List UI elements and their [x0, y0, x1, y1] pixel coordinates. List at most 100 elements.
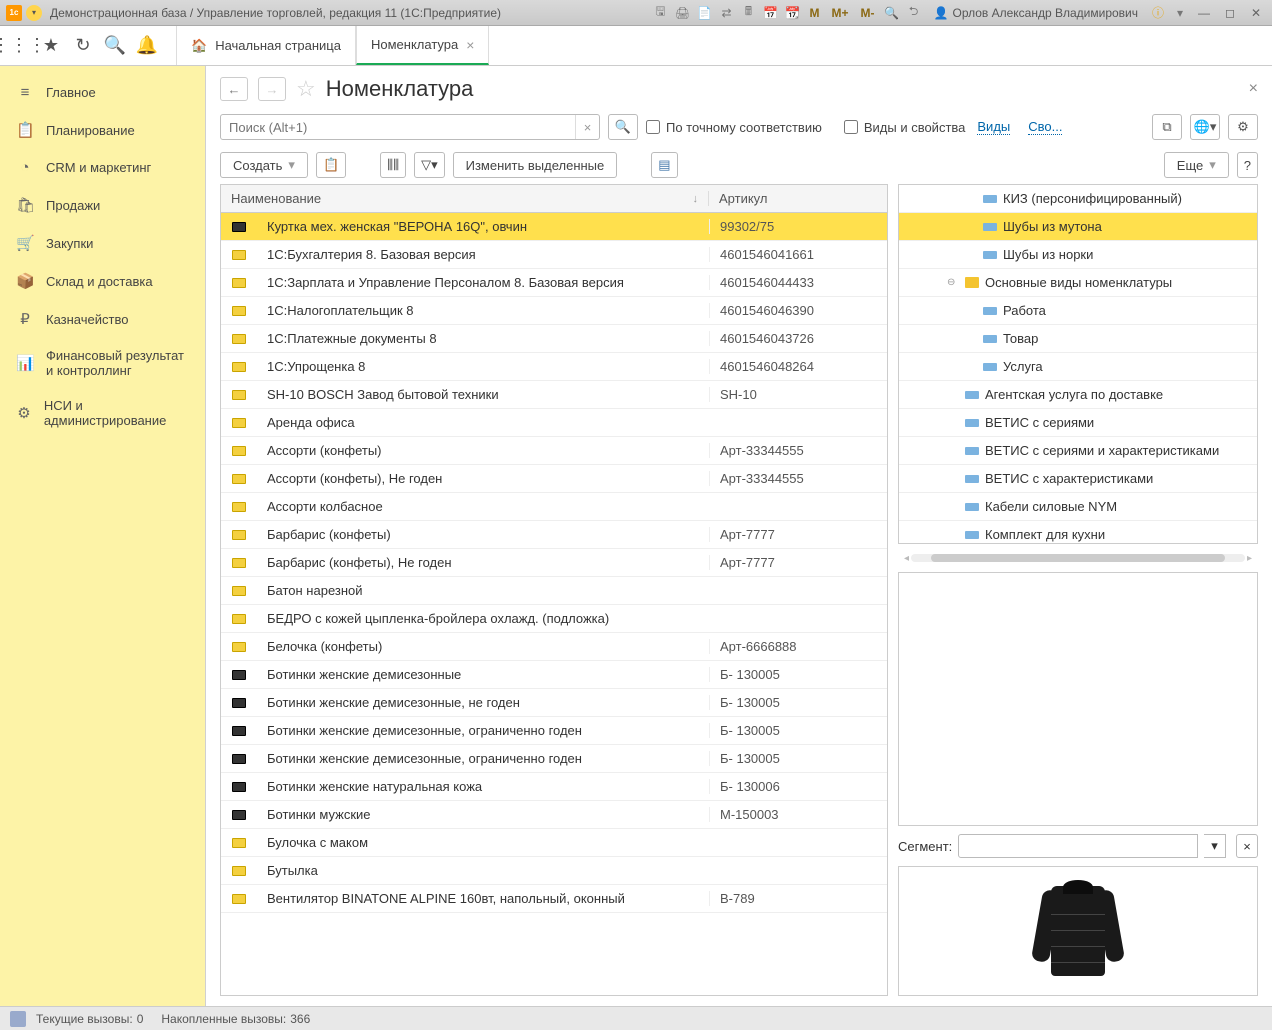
sidebar-item-4[interactable]: 🛒Закупки — [0, 224, 205, 262]
table-row[interactable]: Батон нарезной — [221, 577, 887, 605]
table-row[interactable]: Ботинки женские демисезонные, не годенБ-… — [221, 689, 887, 717]
table-row[interactable]: 1С:Упрощенка 84601546048264 — [221, 353, 887, 381]
minimize-button[interactable]: — — [1194, 6, 1214, 20]
search-icon[interactable]: 🔍 — [104, 35, 126, 57]
tab-home[interactable]: 🏠 Начальная страница — [176, 26, 356, 65]
table-row[interactable]: Ботинки женские натуральная кожаБ- 13000… — [221, 773, 887, 801]
table-row[interactable]: Вентилятор BINATONE ALPINE 160вт, наполь… — [221, 885, 887, 913]
tree-row[interactable]: ВЕТИС с сериями — [899, 409, 1257, 437]
table-row[interactable]: Ботинки женские демисезонныеБ- 130005 — [221, 661, 887, 689]
tree-row[interactable]: Агентская услуга по доставке — [899, 381, 1257, 409]
expand-icon[interactable]: ⊖ — [947, 277, 959, 288]
info-dd-icon[interactable]: ▾ — [1172, 5, 1188, 21]
search-input[interactable] — [221, 115, 575, 139]
table-row[interactable]: 1С:Бухгалтерия 8. Базовая версия46015460… — [221, 241, 887, 269]
m-minus-button[interactable]: M- — [858, 6, 878, 20]
create-button[interactable]: Создать▾ — [220, 152, 308, 178]
sidebar-item-1[interactable]: 📋Планирование — [0, 111, 205, 149]
print-icon[interactable]: 🖨 — [675, 5, 691, 21]
close-icon[interactable]: × — [466, 37, 474, 53]
table-row[interactable]: Куртка мех. женская "ВЕРОНА 16Q", овчин9… — [221, 213, 887, 241]
tree-row[interactable]: Комплект для кухни — [899, 521, 1257, 544]
table-row[interactable]: 1С:Налогоплательщик 84601546046390 — [221, 297, 887, 325]
calendar-icon[interactable]: 📅 — [763, 5, 779, 21]
table-row[interactable]: Аренда офиса — [221, 409, 887, 437]
table-row[interactable]: Барбарис (конфеты), Не годенАрт-7777 — [221, 549, 887, 577]
table-row[interactable]: БЕДРО с кожей цыпленка-бройлера охлажд. … — [221, 605, 887, 633]
table-row[interactable]: Ассорти (конфеты), Не годенАрт-33344555 — [221, 465, 887, 493]
info-icon[interactable]: ⓘ — [1150, 5, 1166, 21]
globe-icon[interactable]: 🌐▾ — [1190, 114, 1220, 140]
nav-forward-button[interactable]: → — [258, 77, 286, 101]
sidebar-item-7[interactable]: 📊Финансовый результат и контроллинг — [0, 338, 205, 388]
table-row[interactable]: Ассорти (конфеты)Арт-33344555 — [221, 437, 887, 465]
more-button[interactable]: Еще▾ — [1164, 152, 1229, 178]
maximize-button[interactable]: ◻ — [1220, 6, 1240, 20]
zoom-icon[interactable]: 🔍 — [884, 5, 900, 21]
nav-back-button[interactable]: ← — [220, 77, 248, 101]
tree-scrollbar[interactable]: ◂▸ — [898, 552, 1258, 564]
props-link[interactable]: Сво... — [1028, 119, 1062, 135]
date-icon[interactable]: 📆 — [785, 5, 801, 21]
tree-row[interactable]: Шубы из мутона — [899, 213, 1257, 241]
table-row[interactable]: Булочка с маком — [221, 829, 887, 857]
tree-row[interactable]: КИЗ (персонифицированный) — [899, 185, 1257, 213]
sidebar-item-2[interactable]: ◔CRM и маркетинг — [0, 149, 205, 186]
table-row[interactable]: Ассорти колбасное — [221, 493, 887, 521]
segment-input[interactable] — [958, 834, 1198, 858]
save-icon[interactable]: 🖫 — [653, 5, 669, 21]
compare-icon[interactable]: ⇄ — [719, 5, 735, 21]
gear-icon[interactable]: ⚙ — [1228, 114, 1258, 140]
table-row[interactable]: Ботинки мужскиеМ-150003 — [221, 801, 887, 829]
change-selected-button[interactable]: Изменить выделенные — [453, 152, 618, 178]
segment-dropdown-icon[interactable]: ▾ — [1204, 834, 1226, 858]
col-name[interactable]: Наименование↓ — [221, 191, 709, 206]
tab-nomenclature[interactable]: Номенклатура × — [356, 26, 489, 65]
close-button[interactable]: ✕ — [1246, 6, 1266, 20]
types-checkbox[interactable]: Виды и свойства — [844, 120, 966, 135]
copy-icon[interactable]: ⧉ — [1152, 114, 1182, 140]
table-row[interactable]: Бутылка — [221, 857, 887, 885]
tree-row[interactable]: ВЕТИС с сериями и характеристиками — [899, 437, 1257, 465]
sidebar-item-0[interactable]: ≡Главное — [0, 74, 205, 111]
table-row[interactable]: Барбарис (конфеты)Арт-7777 — [221, 521, 887, 549]
col-article[interactable]: Артикул — [709, 191, 887, 206]
doc-icon[interactable]: 📄 — [697, 5, 713, 21]
views-link[interactable]: Виды — [977, 119, 1010, 135]
m-button[interactable]: M — [807, 6, 823, 20]
barcode-icon[interactable]: ⫼⫼ — [380, 152, 406, 178]
favorite-icon[interactable]: ☆ — [296, 76, 316, 102]
m-plus-button[interactable]: M+ — [829, 6, 852, 20]
tree-row[interactable]: Товар — [899, 325, 1257, 353]
back-icon[interactable]: ⮌ — [906, 5, 922, 21]
apps-icon[interactable]: ⋮⋮⋮ — [8, 35, 30, 57]
sidebar-item-5[interactable]: 📦Склад и доставка — [0, 262, 205, 300]
sidebar-item-6[interactable]: ₽Казначейство — [0, 300, 205, 338]
history-icon[interactable]: ↻ — [72, 35, 94, 57]
tree-row[interactable]: Кабели силовые NYM — [899, 493, 1257, 521]
search-button[interactable]: 🔍 — [608, 114, 638, 140]
table-row[interactable]: Ботинки женские демисезонные, ограниченн… — [221, 745, 887, 773]
dropdown-icon[interactable]: ▾ — [26, 5, 42, 21]
table-row[interactable]: Ботинки женские демисезонные, ограниченн… — [221, 717, 887, 745]
bell-icon[interactable]: 🔔 — [136, 35, 158, 57]
tree-row[interactable]: ⊖Основные виды номенклатуры — [899, 269, 1257, 297]
page-close-icon[interactable]: × — [1249, 80, 1258, 98]
table-row[interactable]: SH-10 BOSCH Завод бытовой техникиSH-10 — [221, 381, 887, 409]
tree-row[interactable]: ВЕТИС с характеристиками — [899, 465, 1257, 493]
segment-clear-icon[interactable]: × — [1236, 834, 1258, 858]
tree-row[interactable]: Услуга — [899, 353, 1257, 381]
table-row[interactable]: 1С:Зарплата и Управление Персоналом 8. Б… — [221, 269, 887, 297]
table-row[interactable]: Белочка (конфеты)Арт-6666888 — [221, 633, 887, 661]
star-icon[interactable]: ★ — [40, 35, 62, 57]
calc-icon[interactable]: 🖩 — [741, 5, 757, 21]
sidebar-item-3[interactable]: 🛍Продажи — [0, 186, 205, 224]
help-button[interactable]: ? — [1237, 152, 1258, 178]
search-clear-icon[interactable]: × — [575, 115, 599, 139]
copy-button[interactable]: 📋 — [316, 152, 346, 178]
table-row[interactable]: 1С:Платежные документы 84601546043726 — [221, 325, 887, 353]
tree-row[interactable]: Работа — [899, 297, 1257, 325]
list-icon[interactable]: ▤ — [651, 152, 677, 178]
sidebar-item-8[interactable]: ⚙НСИ и администрирование — [0, 388, 205, 438]
filter-icon[interactable]: ▽▾ — [414, 152, 445, 178]
